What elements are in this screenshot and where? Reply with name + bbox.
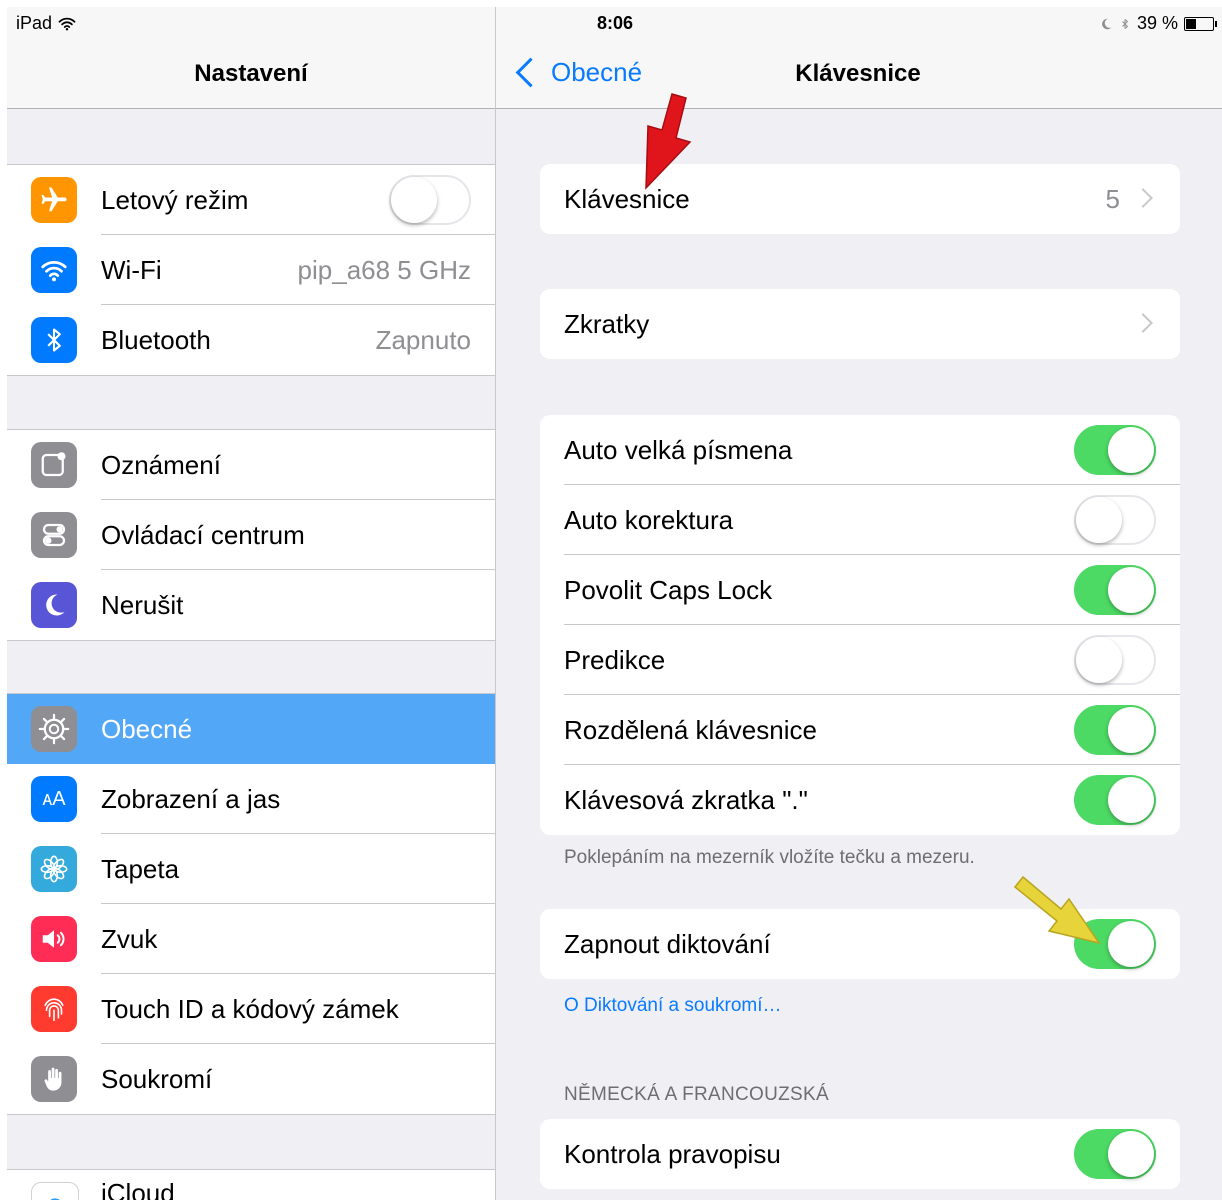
toggle-label: Povolit Caps Lock — [564, 575, 773, 605]
wallpaper-icon — [31, 846, 77, 892]
period-shortcut-footnote: Poklepáním na mezerník vložíte tečku a m… — [564, 847, 975, 868]
sidebar-item-wifi[interactable]: Wi-Fi pip_a68 5 GHz — [7, 235, 495, 305]
dictation-privacy-link[interactable]: O Diktování a soukromí… — [564, 995, 782, 1017]
keyboard-settings-pane: Obecné Klávesnice Klávesnice 5 Zkratky A… — [496, 7, 1222, 1200]
status-bar: iPad 8:06 39 % — [7, 7, 1222, 41]
toggle-label: Rozdělená klávesnice — [564, 715, 817, 745]
sidebar-item-label: iCloud — [101, 1178, 175, 1200]
toggle-row-auto-capitalization: Auto velká písmena — [540, 415, 1180, 485]
yellow-arrow-annotation — [1013, 875, 1101, 945]
toggle-row-predictive: Predikce — [540, 625, 1180, 695]
toggle-label: Klávesová zkratka "." — [564, 785, 808, 815]
toggle-row-caps-lock: Povolit Caps Lock — [540, 555, 1180, 625]
spellcheck-toggle[interactable] — [1074, 1129, 1156, 1179]
airplane-icon — [31, 177, 77, 223]
page-title: Klávesnice — [795, 60, 921, 87]
sidebar-item-label: Tapeta — [101, 854, 180, 884]
battery-percentage: 39 % — [1136, 13, 1178, 33]
sidebar-item-privacy[interactable]: Soukromí — [7, 1044, 495, 1114]
split-keyboard-toggle[interactable] — [1074, 705, 1156, 755]
gear-icon — [31, 706, 77, 752]
toggle-label: Predikce — [564, 645, 666, 675]
sidebar-item-label: Wi-Fi — [101, 255, 162, 285]
sidebar-item-wallpaper[interactable]: Tapeta — [7, 834, 495, 904]
sidebar-item-do-not-disturb[interactable]: Nerušit — [7, 570, 495, 640]
auto-correction-toggle[interactable] — [1074, 495, 1156, 545]
shortcuts-card: Zkratky — [540, 289, 1180, 359]
sidebar-item-label: Nerušit — [101, 590, 184, 620]
sidebar-item-general[interactable]: Obecné — [7, 694, 495, 764]
sidebar-item-label: Bluetooth — [101, 325, 211, 355]
auto-capitalization-toggle[interactable] — [1074, 425, 1156, 475]
notifications-icon — [31, 442, 77, 488]
airplane-mode-toggle[interactable] — [389, 175, 471, 225]
device-label: iPad — [16, 13, 53, 33]
toggle-row-period-shortcut: Klávesová zkratka "." — [540, 765, 1180, 835]
sidebar-item-touch-id[interactable]: Touch ID a kódový zámek — [7, 974, 495, 1044]
spellcheck-card: Kontrola pravopisu — [540, 1119, 1180, 1189]
sidebar-item-sound[interactable]: Zvuk — [7, 904, 495, 974]
sidebar-group-system: Oznámení Ovládací centrum Nerušit — [7, 429, 495, 641]
keyboards-count: 5 — [1105, 184, 1120, 214]
control-center-icon — [31, 512, 77, 558]
sidebar-group-general: Obecné ᴀA Zobrazení a jas Tapeta Zvuk To… — [7, 693, 495, 1115]
hand-icon — [31, 1056, 77, 1102]
toggle-row-split-keyboard: Rozdělená klávesnice — [540, 695, 1180, 765]
cloud-icon — [31, 1182, 79, 1200]
sidebar-item-label: Zobrazení a jas — [101, 784, 281, 814]
moon-icon — [1102, 18, 1112, 29]
toggle-row-spellcheck: Kontrola pravopisu — [540, 1119, 1180, 1189]
display-icon: ᴀA — [31, 776, 77, 822]
shortcuts-row[interactable]: Zkratky — [540, 289, 1180, 359]
sidebar-item-notifications[interactable]: Oznámení — [7, 430, 495, 500]
toggle-row-auto-correction: Auto korektura — [540, 485, 1180, 555]
status-left: iPad — [16, 13, 76, 34]
sidebar-item-label: Zvuk — [101, 924, 158, 954]
settings-sidebar: Nastavení Letový režim Wi-Fi pip_a68 5 G… — [7, 7, 496, 1200]
chevron-right-icon — [1133, 188, 1153, 208]
shortcuts-label: Zkratky — [564, 309, 650, 339]
bluetooth-icon — [31, 317, 77, 363]
status-right: 39 % — [1099, 13, 1217, 34]
sidebar-item-label: Touch ID a kódový zámek — [101, 994, 399, 1024]
caps-lock-toggle[interactable] — [1074, 565, 1156, 615]
toggle-label: Auto velká písmena — [564, 435, 793, 465]
bluetooth-icon — [1122, 18, 1128, 29]
status-time: 8:06 — [597, 13, 634, 33]
sidebar-item-display[interactable]: ᴀA Zobrazení a jas — [7, 764, 495, 834]
sidebar-title: Nastavení — [194, 60, 308, 87]
bluetooth-status-value: Zapnuto — [375, 325, 471, 355]
section-header: NĚMECKÁ A FRANCOUZSKÁ — [564, 1084, 829, 1105]
sound-icon — [31, 916, 77, 962]
wifi-signal-icon — [58, 17, 76, 30]
toggle-label: Kontrola pravopisu — [564, 1139, 781, 1169]
sidebar-group-accounts: iCloud — [7, 1169, 495, 1200]
sidebar-item-label: Soukromí — [101, 1064, 213, 1094]
moon-icon — [31, 582, 77, 628]
toggle-label: Auto korektura — [564, 505, 734, 535]
sidebar-item-bluetooth[interactable]: Bluetooth Zapnuto — [7, 305, 495, 375]
sidebar-group-connectivity: Letový režim Wi-Fi pip_a68 5 GHz Bluetoo… — [7, 164, 495, 376]
sidebar-item-label: Ovládací centrum — [101, 520, 305, 550]
battery-icon — [1184, 16, 1217, 31]
chevron-right-icon — [1133, 313, 1153, 333]
wifi-icon — [31, 247, 77, 293]
red-arrow-annotation — [645, 93, 692, 190]
sidebar-item-control-center[interactable]: Ovládací centrum — [7, 500, 495, 570]
sidebar-item-label: Oznámení — [101, 450, 221, 480]
sidebar-item-airplane-mode[interactable]: Letový režim — [7, 165, 495, 235]
screen: Nastavení Letový režim Wi-Fi pip_a68 5 G… — [7, 7, 1222, 1200]
toggle-label: Zapnout diktování — [564, 929, 771, 959]
keyboard-options-card: Auto velká písmena Auto korektura Povoli… — [540, 415, 1180, 835]
sidebar-item-icloud[interactable]: iCloud — [7, 1170, 495, 1200]
period-shortcut-toggle[interactable] — [1074, 775, 1156, 825]
fingerprint-icon — [31, 986, 77, 1032]
sidebar-item-label: Letový režim — [101, 185, 249, 215]
sidebar-item-label: Obecné — [101, 714, 193, 744]
predictive-toggle[interactable] — [1074, 635, 1156, 685]
wifi-network-value: pip_a68 5 GHz — [297, 255, 471, 285]
